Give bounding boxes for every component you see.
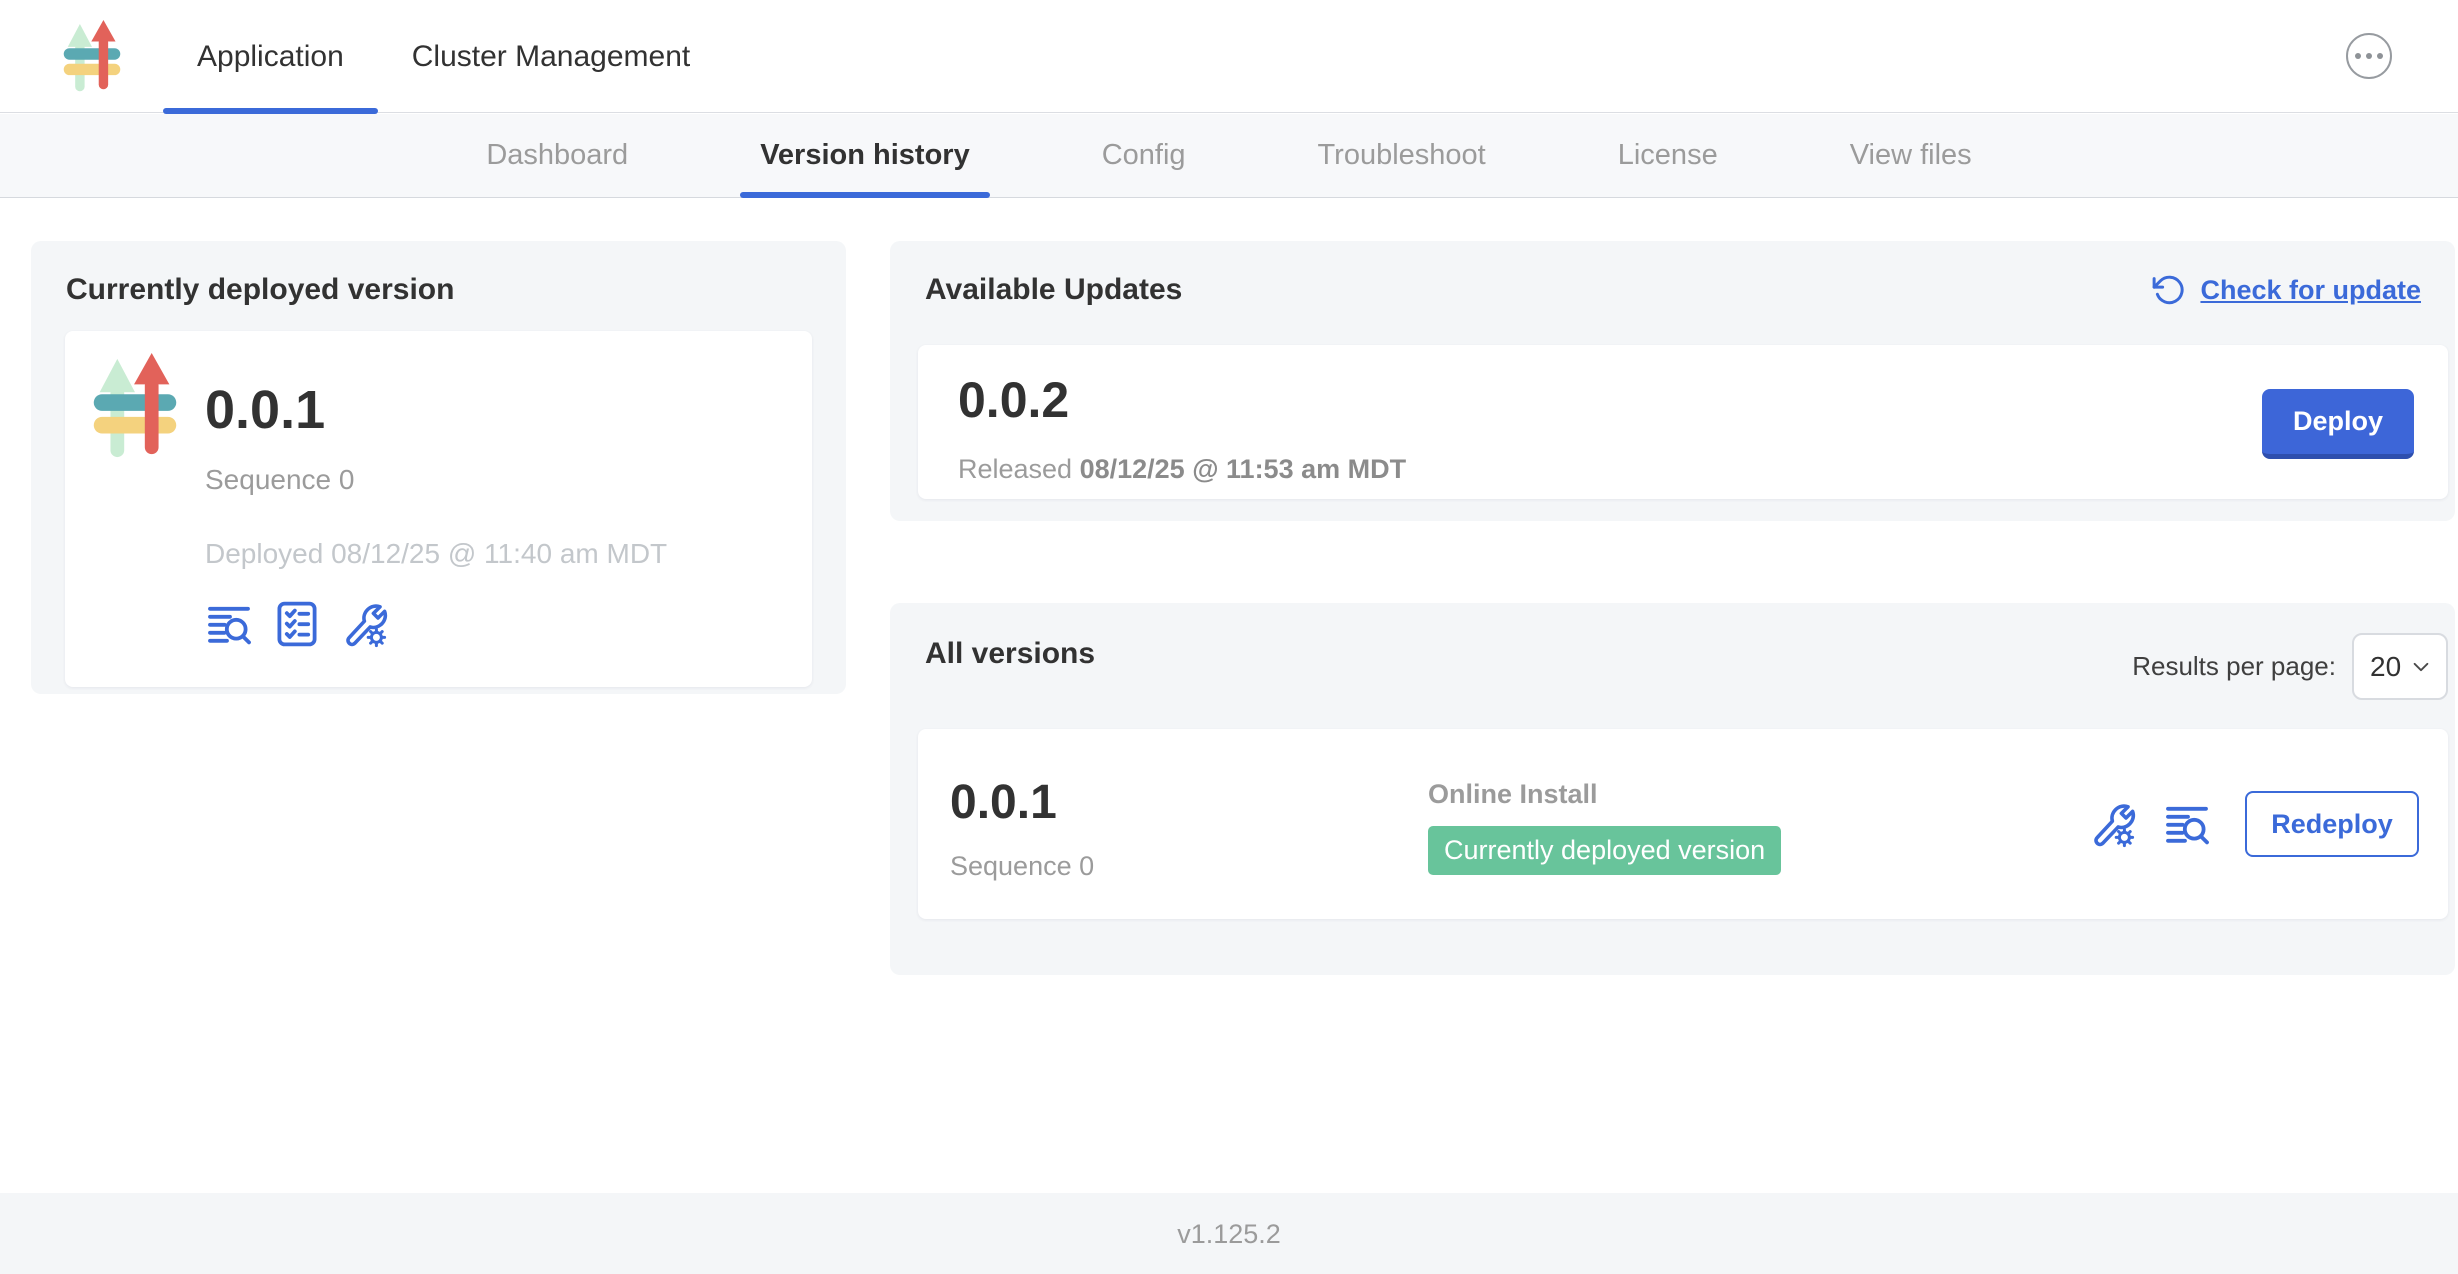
preflight-checks-icon[interactable]	[273, 600, 321, 648]
diff-logs-icon[interactable]	[205, 600, 253, 648]
subnav-item-troubleshoot[interactable]: Troubleshoot	[1298, 114, 1506, 197]
header-tabs: Application Cluster Management	[163, 0, 724, 113]
app-subnav: Dashboard Version history Config Trouble…	[0, 114, 2458, 198]
tab-application-label: Application	[197, 40, 344, 74]
all-versions-header: All versions Results per page: 20	[925, 633, 2448, 700]
deployed-version-panel: 0.0.1 Sequence 0 Deployed 08/12/25 @ 11:…	[65, 331, 812, 687]
deployed-card-title: Currently deployed version	[66, 273, 454, 307]
app-logo-icon	[91, 353, 179, 461]
deployed-version-details: 0.0.1 Sequence 0 Deployed 08/12/25 @ 11:…	[205, 331, 667, 648]
config-wrench-icon[interactable]	[2089, 800, 2137, 848]
version-row-actions: Redeploy	[2089, 791, 2419, 857]
currently-deployed-badge: Currently deployed version	[1428, 826, 1781, 875]
config-wrench-icon[interactable]	[341, 600, 389, 648]
row-sequence-label: Sequence 0	[950, 851, 1428, 882]
currently-deployed-card: Currently deployed version 0.0.1 Sequenc…	[31, 241, 846, 694]
results-per-page-select[interactable]: 20	[2352, 633, 2448, 700]
chevron-down-icon	[2410, 656, 2432, 678]
redeploy-button[interactable]: Redeploy	[2245, 791, 2419, 857]
deployed-version-number: 0.0.1	[205, 381, 667, 440]
available-updates-card: Available Updates Check for update 0.0.2…	[890, 241, 2455, 521]
app-logo-icon	[62, 20, 122, 94]
check-for-update-label: Check for update	[2200, 275, 2421, 306]
subnav-item-dashboard[interactable]: Dashboard	[466, 114, 648, 197]
results-per-page-value: 20	[2370, 651, 2401, 683]
results-per-page-label: Results per page:	[2132, 651, 2336, 682]
check-for-update-link[interactable]: Check for update	[2152, 273, 2421, 307]
page-footer: v1.125.2	[0, 1193, 2458, 1274]
deployed-action-icons	[205, 600, 667, 648]
install-type-label: Online Install	[1428, 779, 2089, 810]
deployed-sequence-label: Sequence 0	[205, 464, 667, 496]
update-row: 0.0.2 Released 08/12/25 @ 11:53 am MDT D…	[918, 345, 2448, 499]
deploy-button[interactable]: Deploy	[2262, 389, 2414, 459]
all-versions-card: All versions Results per page: 20 0.0.1 …	[890, 603, 2455, 975]
results-per-page: Results per page: 20	[2132, 633, 2448, 700]
version-row: 0.0.1 Sequence 0 Online Install Currentl…	[918, 729, 2448, 919]
available-updates-title: Available Updates	[925, 273, 1182, 307]
available-updates-header: Available Updates Check for update	[925, 273, 2421, 307]
all-versions-title: All versions	[925, 637, 1095, 671]
update-released-timestamp: Released 08/12/25 @ 11:53 am MDT	[958, 454, 2448, 485]
deployed-timestamp: Deployed 08/12/25 @ 11:40 am MDT	[205, 538, 667, 570]
tab-cluster-management-label: Cluster Management	[412, 40, 690, 74]
kots-admin-console: Application Cluster Management Dashboard…	[0, 0, 2458, 1274]
overflow-menu-button[interactable]	[2346, 33, 2392, 79]
subnav-item-version-history[interactable]: Version history	[740, 114, 990, 197]
subnav-item-config[interactable]: Config	[1082, 114, 1206, 197]
ellipsis-icon	[2355, 53, 2361, 59]
tab-cluster-management[interactable]: Cluster Management	[378, 0, 724, 113]
subnav-item-view-files[interactable]: View files	[1830, 114, 1992, 197]
version-row-status-col: Online Install Currently deployed versio…	[1428, 773, 2089, 875]
subnav-item-license[interactable]: License	[1598, 114, 1738, 197]
version-row-version-col: 0.0.1 Sequence 0	[918, 766, 1428, 881]
top-header: Application Cluster Management	[0, 0, 2458, 113]
row-version-number: 0.0.1	[950, 778, 1428, 828]
tab-application[interactable]: Application	[163, 0, 378, 113]
refresh-icon	[2152, 273, 2186, 307]
diff-logs-icon[interactable]	[2163, 800, 2211, 848]
console-version-label: v1.125.2	[1177, 1219, 1281, 1250]
update-version-number: 0.0.2	[958, 373, 2448, 428]
